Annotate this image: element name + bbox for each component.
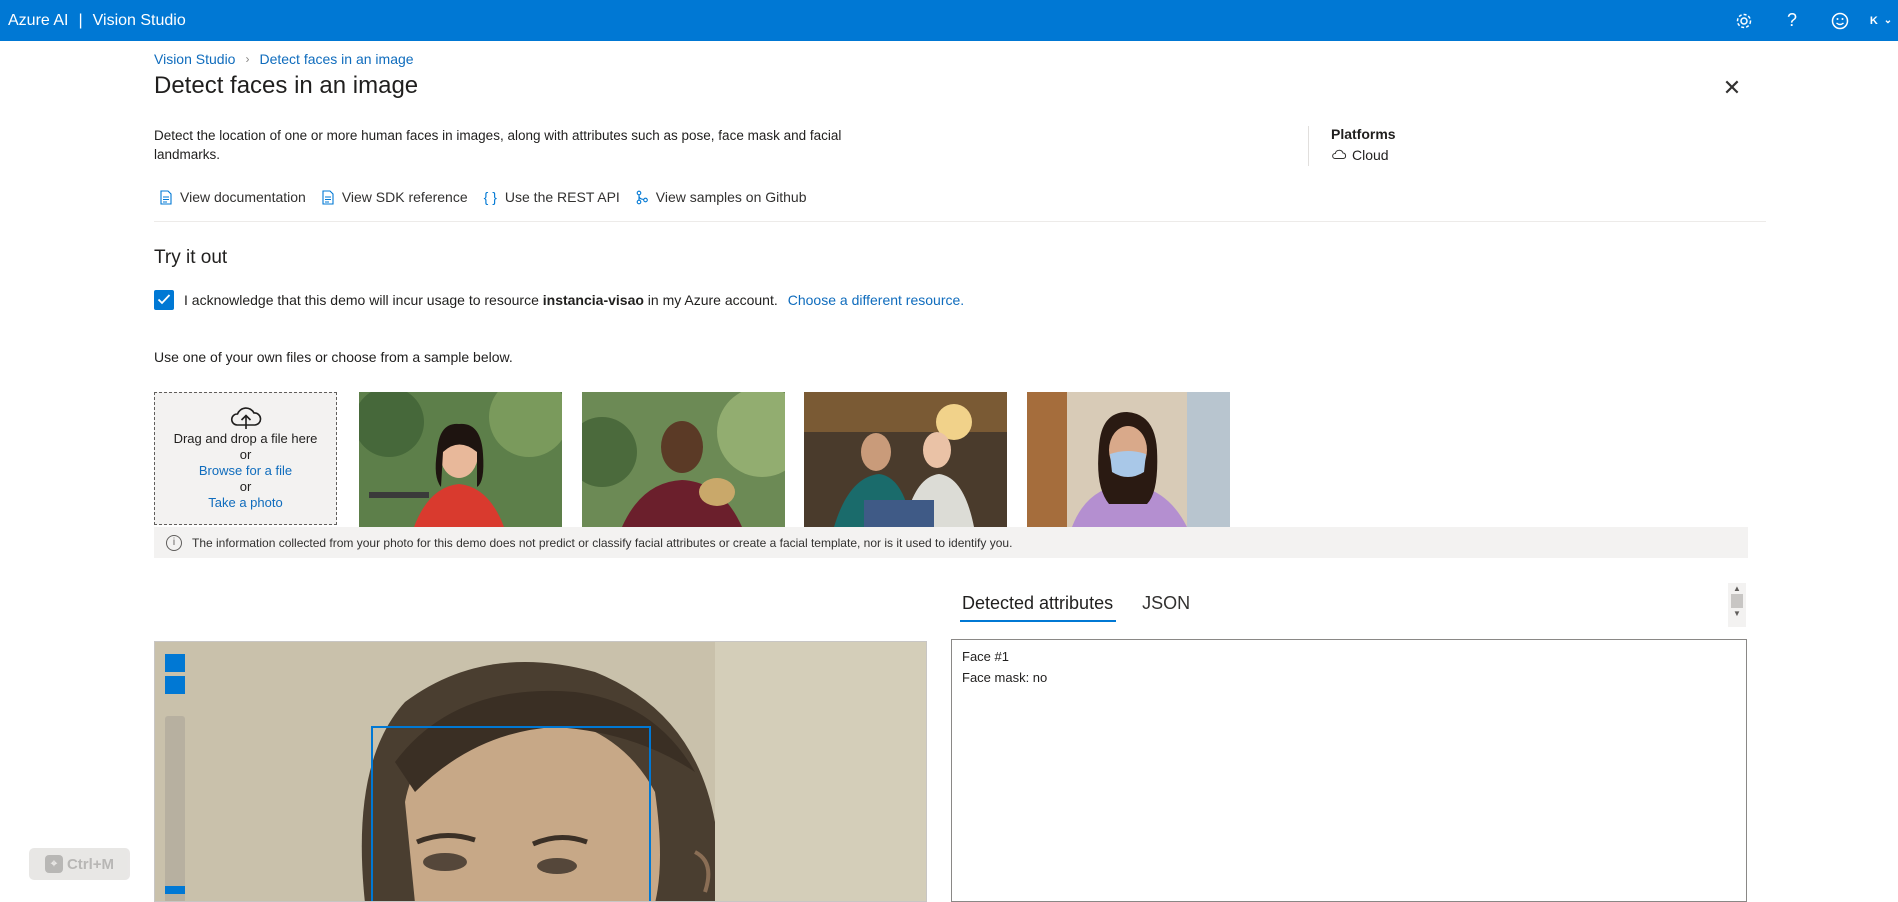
or-text: or [239, 447, 252, 462]
breadcrumb-current[interactable]: Detect faces in an image [259, 51, 413, 67]
branch-icon [636, 190, 648, 205]
or-text: or [239, 479, 252, 494]
browse-file-link[interactable]: Browse for a file [155, 463, 336, 479]
zoom-slider-track[interactable] [165, 716, 185, 901]
brand-azure-ai: Azure AI [8, 11, 69, 29]
view-samples-github-link[interactable]: View samples on Github [636, 189, 807, 205]
acknowledge-checkbox[interactable] [154, 290, 174, 310]
image-viewer[interactable] [154, 641, 927, 902]
choose-different-resource-link[interactable]: Choose a different resource. [788, 292, 964, 308]
resource-links: View documentation View SDK reference { … [160, 189, 823, 205]
zoom-in-button[interactable] [165, 654, 185, 672]
shortcut-overlay[interactable]: ⌖ Ctrl+M [29, 848, 130, 880]
acknowledge-row: I acknowledge that this demo will incur … [154, 290, 964, 310]
breadcrumb-home[interactable]: Vision Studio [154, 51, 235, 67]
chevron-down-icon: ⌄ [1883, 15, 1893, 26]
sample-image-3[interactable] [804, 392, 1007, 527]
info-bar: i The information collected from your ph… [154, 527, 1748, 558]
scroll-up-icon[interactable]: ▲ [1728, 583, 1746, 594]
info-icon: i [166, 534, 182, 551]
detected-attributes-panel: Face #1 Face mask: no [951, 639, 1747, 902]
info-text: The information collected from your phot… [192, 535, 1013, 550]
use-rest-api-label: Use the REST API [504, 189, 620, 205]
shortcut-app-icon: ⌖ [44, 855, 63, 873]
user-avatar[interactable]: K ⌄ [1864, 0, 1898, 41]
document-icon [322, 189, 334, 205]
brand-product: Vision Studio [92, 11, 186, 29]
cloud-icon [1331, 147, 1347, 163]
try-it-out-heading: Try it out [154, 247, 228, 268]
platforms-title: Platforms [1331, 126, 1396, 142]
view-sdk-reference-label: View SDK reference [341, 189, 468, 205]
sample-image-4[interactable] [1027, 392, 1230, 527]
view-samples-github-label: View samples on Github [655, 189, 807, 205]
drop-text: Drag and drop a file here [173, 431, 318, 446]
feedback-smiley-icon[interactable] [1816, 0, 1864, 41]
page-description: Detect the location of one or more human… [154, 128, 842, 162]
zoom-slider-thumb[interactable] [165, 886, 185, 894]
document-icon [160, 189, 172, 205]
view-documentation-label: View documentation [180, 189, 306, 205]
brand[interactable]: Azure AI | Vision Studio [8, 12, 186, 30]
result-tabs: Detected attributes JSON [960, 590, 1217, 622]
help-question-icon[interactable]: ? [1768, 0, 1816, 41]
face-mask-value: Face mask: no [962, 670, 1048, 685]
top-bar: Azure AI | Vision Studio ? K ⌄ [0, 0, 1898, 41]
view-sdk-reference-link[interactable]: View SDK reference [322, 189, 468, 205]
use-rest-api-link[interactable]: { } Use the REST API [484, 189, 620, 205]
avatar-initial: K [1869, 14, 1878, 27]
zoom-out-button[interactable] [165, 676, 185, 694]
sample-image-1[interactable] [359, 392, 562, 527]
page-title: Detect faces in an image [154, 72, 419, 99]
section-divider [154, 221, 1766, 222]
brand-separator: | [78, 11, 83, 29]
tab-detected-attributes[interactable]: Detected attributes [960, 590, 1117, 622]
acknowledge-prefix: I acknowledge that this demo will incur … [184, 292, 539, 308]
face-bounding-box [371, 726, 651, 901]
platforms-panel: Platforms Cloud [1308, 126, 1396, 166]
view-documentation-link[interactable]: View documentation [160, 189, 306, 205]
checkmark-icon [157, 292, 171, 308]
file-dropzone[interactable]: Drag and drop a file here or Browse for … [154, 392, 337, 525]
shortcut-label: Ctrl+M [66, 855, 115, 873]
platforms-value: Cloud [1352, 147, 1389, 163]
tabs-scrollbar[interactable]: ▲ ▼ [1728, 583, 1746, 627]
take-photo-link[interactable]: Take a photo [155, 495, 336, 511]
samples-intro: Use one of your own files or choose from… [154, 349, 513, 365]
chevron-right-icon: › [245, 52, 250, 66]
scrollbar-thumb[interactable] [1731, 594, 1743, 608]
resource-name: instancia-visao [542, 292, 644, 308]
sample-image-2[interactable] [582, 392, 785, 527]
settings-gear-icon[interactable] [1720, 0, 1768, 41]
face-label: Face #1 [962, 649, 1009, 664]
acknowledge-suffix: in my Azure account. [647, 292, 778, 308]
close-icon[interactable]: ✕ [1720, 76, 1744, 100]
cloud-upload-icon [155, 403, 336, 431]
braces-icon: { } [483, 189, 497, 205]
scroll-down-icon[interactable]: ▼ [1728, 608, 1746, 619]
tab-json[interactable]: JSON [1140, 590, 1193, 622]
breadcrumb: Vision Studio › Detect faces in an image [154, 51, 414, 67]
